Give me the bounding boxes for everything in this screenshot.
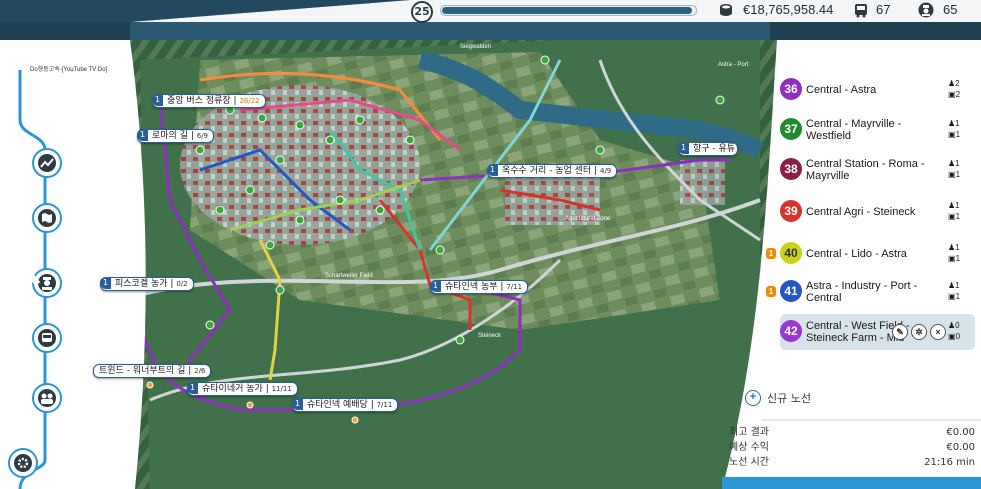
bottom-accent-strip	[722, 477, 981, 489]
line-row-39[interactable]: 39 Central Agri - Steineck ♟1 ▣1	[780, 194, 975, 230]
top-bar: 25 €18,765,958.44 67 65	[0, 0, 981, 23]
line-tools: ✎ ✲ ×	[892, 324, 946, 340]
coins-icon	[720, 4, 732, 16]
staff-icon	[918, 2, 934, 18]
bus-small-icon: ▣	[948, 170, 956, 179]
map-label-piskogel-farm[interactable]: 1 피스코겔 농가 | 0/2	[100, 277, 194, 291]
bus-small-icon: ▣	[948, 292, 956, 301]
map-label-steineck-chapel[interactable]: 1 슈타인넥 예배당 | 7/11	[292, 398, 399, 412]
settings-button[interactable]	[8, 448, 38, 478]
line-number-badge: 38	[780, 158, 802, 180]
bus-small-icon: ▣	[948, 254, 956, 263]
gear-icon[interactable]: ✲	[911, 324, 927, 340]
back-arrow-icon[interactable]	[14, 238, 44, 288]
route-stats: 최고 결과 €0.00 예상 수익 €0.00 노선 시간 21:16 min	[729, 425, 975, 470]
line-counts: ♟1 ▣1	[948, 281, 961, 301]
map-label-steineck-farmer[interactable]: 1 슈타인넥 농부 | 7/11	[430, 280, 529, 294]
line-number-badge: 40	[780, 242, 802, 264]
map-label-roma[interactable]: 1 로마의 길 | 6/9	[137, 129, 215, 143]
line-row-42[interactable]: 42 Central - West Field - Steineck Farm -…	[780, 314, 975, 350]
map-label-steineger-farm[interactable]: 1 슈타이네거 농가 | 11/11	[187, 382, 298, 396]
line-counts: ♟1 ▣1	[948, 159, 961, 179]
place-siegwalden: Siegwalden	[460, 44, 491, 50]
line-number-badge: 37	[780, 118, 802, 140]
line-number-badge: 42	[780, 320, 802, 342]
xp-progress-fill	[442, 7, 693, 14]
map-label-corn-street[interactable]: 1 옥수수 거리 - 농업 센터 | 4/9	[487, 164, 618, 178]
people-icon	[38, 389, 56, 407]
line-counts: ♟1 ▣1	[948, 119, 961, 139]
map-label-twind-road[interactable]: 트윈드 - 워너부트의 길 | 2/6	[93, 364, 212, 378]
line-row-37[interactable]: 37 Central - Mayrville - Westfield ♟1 ▣1	[780, 112, 975, 148]
line-name: Astra - Industry - Port - Central	[806, 280, 918, 304]
line-row-40[interactable]: 1 40 Central - Lido - Astra ♟1 ▣1	[766, 236, 975, 272]
line-name: Central Agri - Steineck	[806, 206, 916, 218]
bus-small-icon: ▣	[948, 212, 956, 221]
place-schartweiler: Schartweiler Field	[325, 273, 373, 279]
money-value: €18,765,958.44	[743, 2, 834, 17]
stats-button[interactable]	[32, 148, 62, 178]
line-number-badge: 41	[780, 280, 802, 302]
close-icon[interactable]: ×	[930, 324, 946, 340]
people-button[interactable]	[32, 383, 62, 413]
map-icon	[38, 209, 56, 227]
place-steineck: Steineck	[478, 333, 502, 339]
bus-small-icon: ▣	[948, 90, 956, 99]
stat-row: 예상 수익 €0.00	[729, 442, 975, 453]
xp-progress-bar	[440, 5, 697, 16]
line-counts: ♟2 ▣2	[948, 79, 961, 99]
map-button[interactable]	[32, 203, 62, 233]
map-label-central-station[interactable]: 1 중앙 버스 정류장 | 26/22	[152, 94, 266, 108]
line-row-41[interactable]: 1 41 Astra - Industry - Port - Central ♟1 ▣1	[766, 274, 975, 310]
settings-icon	[14, 454, 32, 472]
stat-row: 노선 시간 21:16 min	[729, 457, 975, 468]
bus-icon	[38, 329, 56, 347]
stat-row: 최고 결과 €0.00	[729, 427, 975, 438]
line-number-badge: 39	[780, 200, 802, 222]
bus-small-icon: ▣	[948, 130, 956, 139]
line-name: Central Station - Roma - Mayrville	[806, 158, 925, 182]
staff-count: 65	[943, 2, 958, 17]
edit-icon[interactable]: ✎	[892, 324, 908, 340]
bus-count: 67	[876, 2, 891, 17]
line-name: Central - Lido - Astra	[806, 248, 907, 260]
line-row-38[interactable]: 38 Central Station - Roma - Mayrville ♟1 ▣1	[780, 152, 975, 188]
line-name: Central - Mayrville - Westfield	[806, 118, 902, 142]
new-line-label: 신규 노선	[767, 392, 811, 405]
bus-button[interactable]	[32, 323, 62, 353]
line-row-36[interactable]: 36 Central - Astra ♟2 ▣2	[780, 72, 975, 108]
new-line-button[interactable]: + 신규 노선	[745, 390, 811, 406]
warning-badge: 1	[766, 248, 776, 259]
line-number-badge: 36	[780, 78, 802, 100]
plus-icon: +	[745, 390, 761, 406]
warning-badge: 1	[766, 286, 776, 297]
place-agri: Agricultural Zone	[565, 216, 611, 222]
bus-count-icon	[855, 4, 867, 18]
line-name: Central - Astra	[806, 84, 877, 96]
line-counts: ♟0 ▣0	[948, 321, 961, 341]
sidebar-title: Do형동고속-[YouTube TV Do]	[30, 67, 108, 73]
level-badge: 25	[411, 1, 433, 23]
stats-icon	[38, 154, 56, 172]
bus-small-icon: ▣	[948, 332, 956, 341]
line-counts: ♟1 ▣1	[948, 243, 961, 263]
scroll-right-icon[interactable]	[968, 182, 981, 212]
